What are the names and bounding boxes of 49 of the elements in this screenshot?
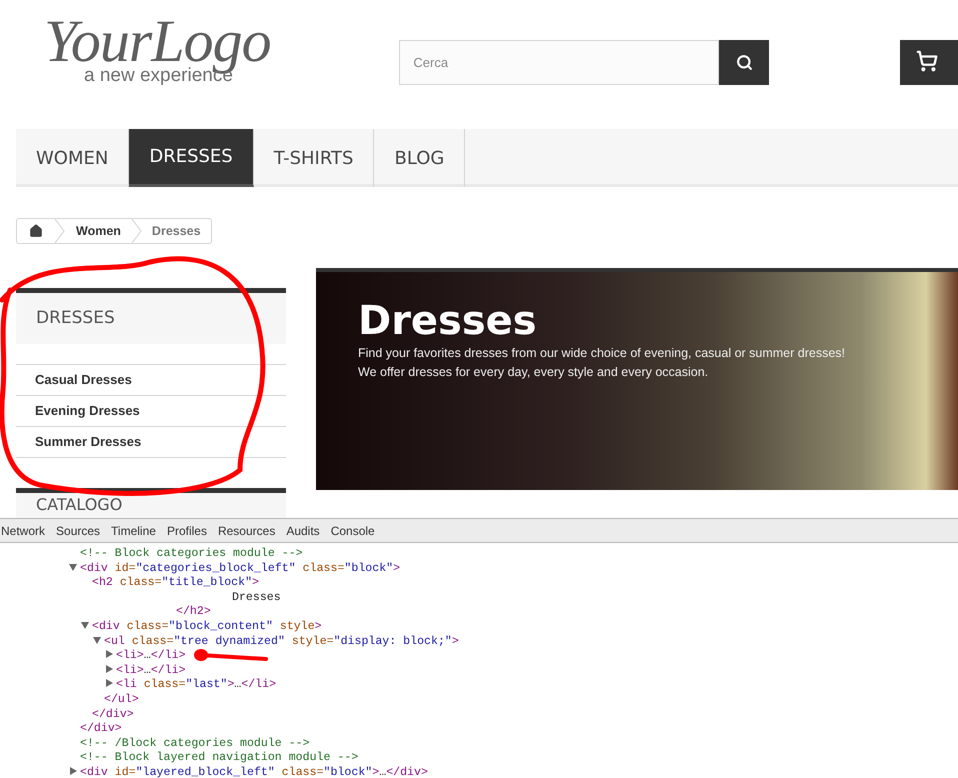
- cart-button[interactable]: [900, 40, 958, 85]
- category-block-header: DRESSES: [16, 288, 286, 344]
- category-link[interactable]: Casual Dresses: [35, 370, 132, 390]
- search-field[interactable]: Cerca: [399, 40, 720, 85]
- caret-icon[interactable]: [93, 636, 101, 644]
- caret-icon[interactable]: [105, 650, 113, 658]
- dom-closing-tag[interactable]: </h2>: [176, 605, 211, 618]
- devtools-tab[interactable]: Console: [330, 522, 375, 540]
- banner-description: We offer dresses for every day, every style and every occasion.: [358, 364, 710, 381]
- dom-node-line[interactable]: <ul class="tree dynamized" style="display: block;">: [104, 634, 459, 648]
- dom-comment-line[interactable]: <!-- Block layered navigation module -->: [80, 751, 358, 764]
- devtools-tab[interactable]: Network: [1, 522, 46, 540]
- menu-tab[interactable]: T-SHIRTS: [254, 129, 374, 187]
- dom-node-line[interactable]: <div class="block_content" style>: [92, 620, 322, 633]
- devtools-tab[interactable]: Profiles: [166, 522, 207, 540]
- catalog-block-header: CATALOGO: [16, 488, 286, 518]
- dom-node-line[interactable]: <li>…</li>: [116, 664, 186, 677]
- category-link[interactable]: Summer Dresses: [35, 432, 142, 452]
- dom-node-line[interactable]: <li>…</li>: [116, 649, 186, 662]
- banner-description: Find your favorites dresses from our wide choice of evening, casual or summer dresses!: [358, 345, 846, 362]
- devtools-tab[interactable]: Sources: [56, 522, 100, 540]
- dom-closing-tag[interactable]: </div>: [80, 722, 122, 736]
- caret-icon[interactable]: [105, 664, 113, 673]
- dom-comment-line[interactable]: <!-- /Block categories module -->: [80, 736, 310, 750]
- caret-icon[interactable]: [81, 620, 89, 629]
- caret-icon[interactable]: [69, 766, 77, 775]
- dom-text-node[interactable]: Dresses: [232, 590, 281, 604]
- dom-node-line[interactable]: <div id="categories_block_left" class="block">: [80, 562, 400, 575]
- caret-icon[interactable]: [105, 679, 113, 688]
- dom-comment-line[interactable]: <!-- Block categories module -->: [80, 547, 303, 560]
- menu-tab[interactable]: DRESSES: [129, 129, 254, 187]
- dom-closing-tag[interactable]: </ul>: [104, 692, 139, 706]
- caret-icon[interactable]: [69, 562, 77, 571]
- menu-tab[interactable]: BLOG: [374, 129, 466, 187]
- dom-closing-tag[interactable]: </div>: [92, 708, 134, 721]
- cart-icon: [916, 50, 938, 72]
- devtools-tab[interactable]: Resources: [218, 522, 276, 540]
- search-icon: [736, 54, 753, 71]
- dom-node-line[interactable]: <div id="layered_block_left" class="block">…</div>: [80, 766, 428, 778]
- home-icon: [29, 224, 43, 238]
- devtools-tab[interactable]: Audits: [286, 522, 320, 540]
- search-button[interactable]: [719, 40, 770, 85]
- dom-node-line[interactable]: <li class="last">…</li>: [116, 678, 276, 692]
- breadcrumb-current: Dresses: [150, 222, 202, 240]
- devtools-tab[interactable]: Timeline: [111, 522, 156, 540]
- banner-title: Dresses: [358, 298, 538, 344]
- category-link[interactable]: Evening Dresses: [35, 401, 140, 421]
- breadcrumb-link[interactable]: Women: [65, 222, 132, 240]
- dom-node-line[interactable]: <h2 class="title_block">: [92, 576, 259, 590]
